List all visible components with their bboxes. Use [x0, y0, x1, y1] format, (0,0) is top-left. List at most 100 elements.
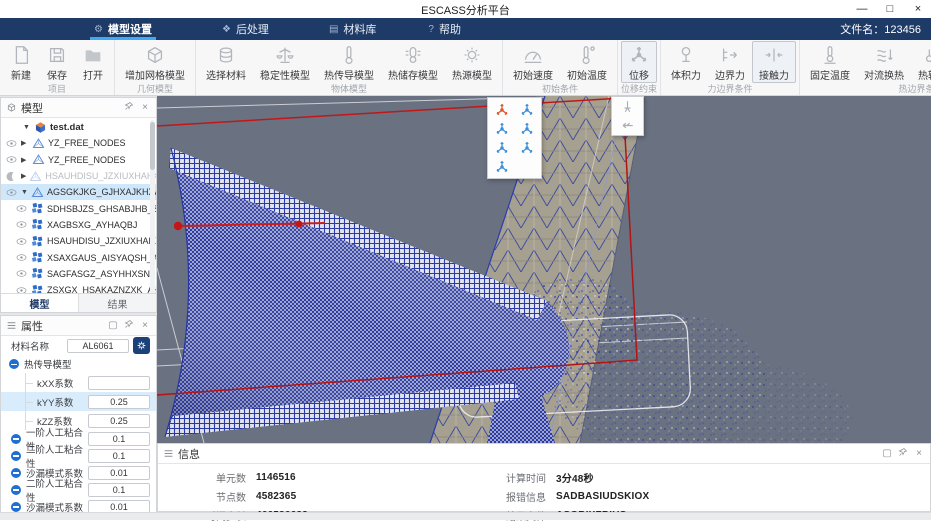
- tree-row[interactable]: SDHSBJZS_GHSABJHB_ZAHU: [1, 200, 156, 216]
- viscosity3-input[interactable]: [88, 482, 150, 497]
- viewport-3d-canvas[interactable]: [156, 95, 931, 481]
- open-button[interactable]: 打开: [75, 41, 111, 83]
- heat-conduction-section[interactable]: 热传导模型: [1, 355, 156, 373]
- viscosity1-input[interactable]: [88, 431, 150, 446]
- eye-hidden-icon[interactable]: [5, 170, 18, 183]
- tab-results[interactable]: 结果: [78, 294, 156, 312]
- tree-row[interactable]: ▶ YZ_FREE_NODES: [1, 152, 156, 168]
- close-button[interactable]: ×: [911, 3, 925, 15]
- kyy-input[interactable]: [88, 394, 150, 409]
- tree-row-selected[interactable]: ▼ AGSGKJKG_GJHXAJKHXA: [1, 184, 156, 201]
- pin-icon[interactable]: [123, 319, 135, 332]
- properties-panel: 属性 ▢ × 材料名称 热传导模型 kXX系数 kYY系数 kZZ系数: [0, 315, 157, 520]
- kxx-input[interactable]: [88, 375, 150, 390]
- convection-button[interactable]: 对流换热: [857, 41, 911, 83]
- menu-tab-postprocess[interactable]: ❖ 后处理: [216, 18, 275, 40]
- eye-icon[interactable]: [5, 153, 18, 166]
- eye-icon[interactable]: [15, 235, 28, 248]
- collapse-icon[interactable]: [11, 501, 21, 512]
- eye-icon[interactable]: [15, 218, 28, 231]
- menu-tab-model-setup[interactable]: ⚙ 模型设置: [88, 18, 158, 40]
- material-name-row: 材料名称: [1, 336, 156, 355]
- expand-arrow-icon[interactable]: ▼: [23, 124, 31, 131]
- collapse-icon[interactable]: [11, 433, 21, 444]
- stability-model-button[interactable]: 稳定性模型: [253, 41, 317, 83]
- expand-arrow-icon[interactable]: ▶: [21, 156, 29, 164]
- fea-mesh-scene: [156, 95, 931, 481]
- collapse-icon[interactable]: [11, 484, 21, 495]
- restore-icon[interactable]: ▢: [107, 320, 119, 331]
- heat-storage-model-button[interactable]: 热储存模型: [381, 41, 445, 83]
- error-message-field: 报错信息 SADBASIUDSKIOX: [506, 491, 650, 504]
- viscosity2-input[interactable]: [88, 448, 150, 463]
- tab-model[interactable]: 模型: [1, 294, 78, 312]
- collapse-icon[interactable]: [11, 467, 21, 478]
- tree-scrollbar[interactable]: [150, 120, 155, 293]
- properties-panel-title: 属性: [21, 320, 43, 333]
- close-icon[interactable]: ×: [913, 448, 925, 459]
- eye-icon[interactable]: [5, 137, 18, 150]
- expand-arrow-icon[interactable]: ▼: [21, 189, 28, 196]
- tree-row[interactable]: HSAUHDISU_JZXIUXHAHX: [1, 233, 156, 249]
- menu-tab-material-library[interactable]: ▤ 材料库: [323, 18, 382, 40]
- fixed-temperature-button[interactable]: 固定温度: [803, 41, 857, 83]
- ribbon-group-force-boundary: 体积力 边界力 接触力 力边界条件: [661, 40, 800, 95]
- add-mesh-model-button[interactable]: 增加网格模型: [118, 41, 192, 83]
- radiation-button[interactable]: 热辐射: [911, 41, 931, 83]
- tree-row[interactable]: ZSXGX_HSAKAZNZXK_AHASX: [1, 282, 156, 293]
- select-material-button[interactable]: 选择材料: [199, 41, 253, 83]
- material-name-input[interactable]: [67, 338, 129, 353]
- displacement-button[interactable]: 位移: [621, 41, 657, 83]
- pin-icon[interactable]: [897, 447, 909, 460]
- constraint-triad-icon[interactable]: [490, 138, 515, 157]
- boundary-force-button[interactable]: 边界力: [708, 41, 752, 83]
- collapse-icon[interactable]: [11, 450, 21, 461]
- heat-source-model-button[interactable]: 热源模型: [445, 41, 499, 83]
- mesh-triangle-icon: [32, 153, 45, 166]
- eye-icon[interactable]: [15, 251, 28, 264]
- constraint-triad-icon-selected[interactable]: [490, 100, 515, 119]
- restore-icon[interactable]: ▢: [881, 448, 893, 459]
- model-setup-icon: ⚙: [94, 23, 103, 35]
- tree-row[interactable]: SAGFASGZ_ASYHHXSN: [1, 266, 156, 282]
- constraint-triad-icon[interactable]: [490, 119, 515, 138]
- expand-arrow-icon[interactable]: ▶: [21, 172, 26, 180]
- eye-icon[interactable]: [15, 267, 28, 280]
- material-library-icon: ▤: [328, 23, 339, 35]
- tree-row[interactable]: ▶ HSAUHDISU_JZXIUXHAHX: [1, 168, 156, 184]
- menu-bar: ⚙ 模型设置 ❖ 后处理 ▤ 材料库 ? 帮助: [0, 18, 931, 40]
- initial-temperature-button[interactable]: 初始温度: [560, 41, 614, 83]
- collapse-icon[interactable]: [9, 359, 19, 369]
- kzz-input[interactable]: [88, 413, 150, 428]
- tree-row[interactable]: XSAXGAUS_AISYAQSH_ASHX: [1, 249, 156, 265]
- maximize-button[interactable]: □: [883, 3, 897, 15]
- heat-conduction-model-button[interactable]: 热传导模型: [317, 41, 381, 83]
- hourglass1-input[interactable]: [88, 465, 150, 480]
- eye-icon[interactable]: [15, 284, 28, 293]
- close-icon[interactable]: ×: [139, 320, 151, 331]
- initial-velocity-button[interactable]: 初始速度: [506, 41, 560, 83]
- tree-root[interactable]: ▼ test.dat: [1, 119, 156, 135]
- pin-force-icon[interactable]: [620, 99, 635, 114]
- expand-arrow-icon[interactable]: ▶: [21, 139, 29, 147]
- tree-row[interactable]: ▶ YZ_FREE_NODES: [1, 135, 156, 151]
- menu-tab-help[interactable]: ? 帮助: [422, 18, 467, 40]
- eye-icon[interactable]: [15, 202, 28, 215]
- pin-icon[interactable]: [123, 101, 135, 114]
- constraint-triad-icon[interactable]: [515, 119, 540, 138]
- minimize-button[interactable]: —: [855, 3, 869, 15]
- arrow-left-icon[interactable]: [620, 118, 635, 133]
- eye-icon[interactable]: [5, 186, 18, 199]
- constraint-triad-icon[interactable]: [490, 157, 515, 176]
- body-force-button[interactable]: 体积力: [664, 41, 708, 83]
- tree-row[interactable]: XAGBSXG_AYHAQBJ: [1, 217, 156, 233]
- info-panel-icon: [163, 448, 174, 459]
- help-icon: ?: [428, 23, 434, 35]
- close-icon[interactable]: ×: [139, 102, 151, 113]
- material-settings-gear-button[interactable]: [133, 337, 150, 354]
- contact-force-button[interactable]: 接触力: [752, 41, 796, 83]
- new-button[interactable]: 新建: [3, 41, 39, 83]
- constraint-triad-icon[interactable]: [515, 100, 540, 119]
- save-button[interactable]: 保存: [39, 41, 75, 83]
- constraint-triad-icon[interactable]: [515, 138, 540, 157]
